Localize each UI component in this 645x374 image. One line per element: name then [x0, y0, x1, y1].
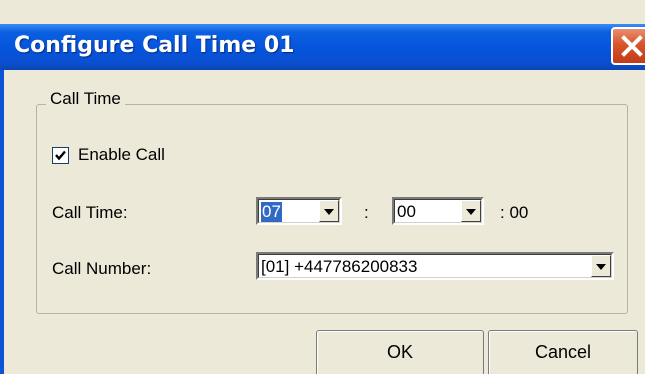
cancel-button[interactable]: Cancel: [488, 330, 638, 374]
call-number-value: [01] +447786200833: [261, 257, 418, 276]
ok-button[interactable]: OK: [316, 330, 484, 374]
call-number-select[interactable]: [01] +447786200833: [256, 252, 614, 280]
cancel-button-label: Cancel: [534, 342, 592, 362]
hour-value: 07: [261, 202, 282, 222]
minute-select[interactable]: 00: [392, 197, 484, 225]
enable-call-checkbox[interactable]: [52, 147, 69, 164]
chevron-down-icon: [466, 209, 476, 215]
seconds-value: : 00: [500, 203, 529, 222]
close-icon: [621, 35, 643, 57]
check-icon: [55, 150, 66, 161]
ok-button-label: OK: [386, 342, 413, 362]
minute-dropdown-button[interactable]: [461, 200, 481, 222]
window-title: Configure Call Time 01: [14, 33, 295, 58]
groupbox-legend: Call Time: [46, 89, 125, 109]
call-number-dropdown-button[interactable]: [591, 255, 611, 277]
hour-select[interactable]: 07: [256, 197, 342, 225]
title-bar[interactable]: Configure Call Time 01: [0, 24, 645, 70]
time-separator: :: [364, 203, 369, 222]
call-time-label: Call Time:: [52, 203, 128, 222]
close-button[interactable]: [611, 27, 645, 65]
hour-dropdown-button[interactable]: [319, 200, 339, 222]
enable-call-label[interactable]: Enable Call: [78, 145, 165, 165]
chevron-down-icon: [324, 209, 334, 215]
call-number-label: Call Number:: [52, 259, 152, 278]
minute-value: 00: [397, 202, 416, 221]
window-border: [0, 70, 4, 374]
dialog-window: Configure Call Time 01 Call Time Enable …: [0, 0, 645, 374]
chevron-down-icon: [596, 264, 606, 270]
